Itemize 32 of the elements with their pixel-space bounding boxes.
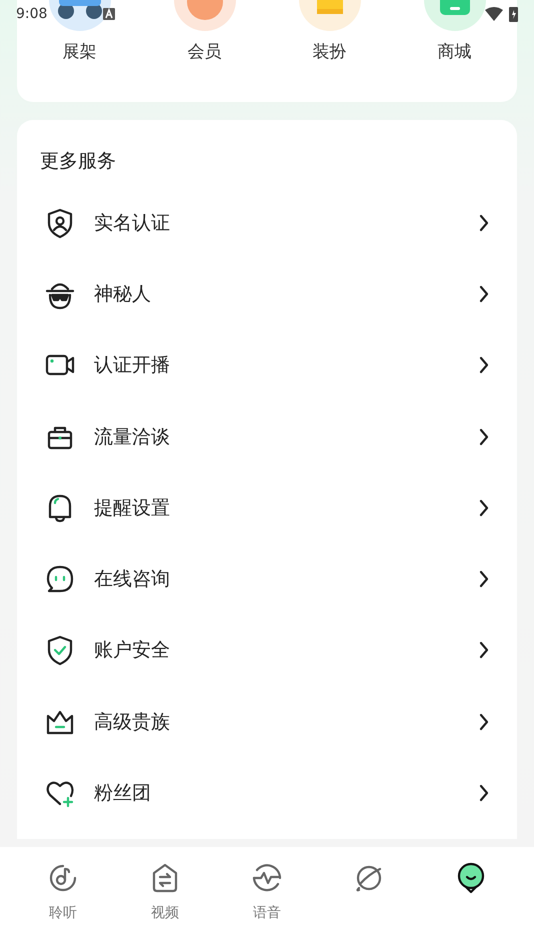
- nav-tab[interactable]: 语音: [216, 847, 318, 922]
- service-row[interactable]: 粉丝团: [17, 757, 517, 829]
- profile-icon: [455, 862, 487, 894]
- waveform-icon: [251, 862, 283, 894]
- service-row[interactable]: 神秘人: [17, 258, 517, 330]
- chevron-right-icon: [479, 570, 489, 588]
- chevron-right-icon: [479, 784, 489, 802]
- chevron-right-icon: [479, 641, 489, 660]
- wifi-icon: [485, 7, 503, 21]
- shortcut-label[interactable]: 商城: [438, 40, 472, 63]
- chevron-right-icon: [479, 214, 489, 232]
- nav-tab[interactable]: 聆听: [12, 847, 114, 922]
- chevron-right-icon: [479, 284, 489, 303]
- status-time: 9:08: [16, 6, 48, 22]
- service-row[interactable]: 高级贵族: [17, 686, 517, 758]
- nav-tab[interactable]: 视频: [114, 847, 216, 922]
- section-title: 更多服务: [39, 149, 117, 174]
- notification-icon: [103, 8, 116, 20]
- chevron-right-icon: [479, 712, 489, 731]
- service-row[interactable]: 实名认证: [17, 187, 517, 258]
- music-note-icon: [47, 862, 79, 894]
- chevron-right-icon: [479, 356, 489, 374]
- service-row[interactable]: 认证开播: [17, 330, 517, 401]
- service-row[interactable]: 流量洽谈: [17, 400, 517, 472]
- shortcut-label[interactable]: 展架: [62, 40, 96, 63]
- chevron-right-icon: [479, 498, 489, 517]
- shortcut-label[interactable]: 装扮: [312, 40, 346, 63]
- service-row[interactable]: 提醒设置: [17, 472, 517, 544]
- service-row[interactable]: 在线咨询: [17, 543, 517, 615]
- service-row[interactable]: 账户安全: [17, 614, 517, 686]
- shortcut-label[interactable]: 会员: [188, 40, 222, 63]
- chevron-right-icon: [479, 428, 489, 446]
